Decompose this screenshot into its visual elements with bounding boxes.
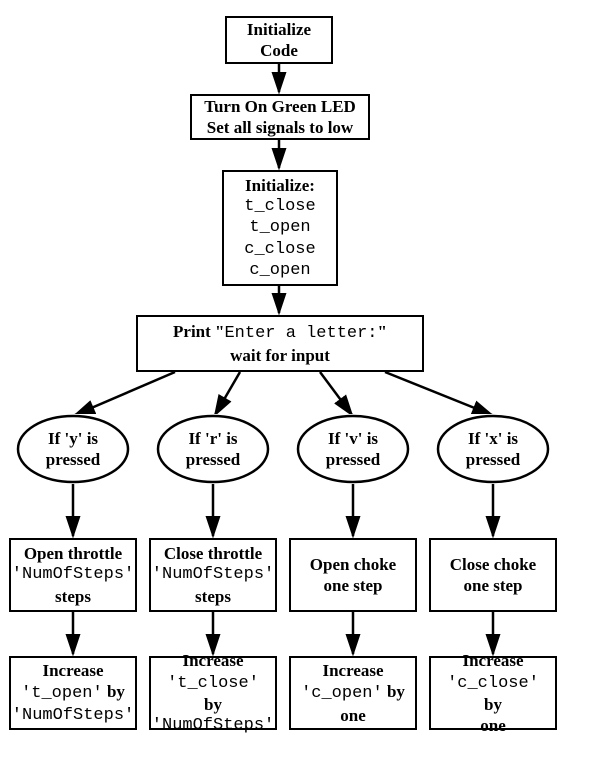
text: Open throttle [24,543,122,564]
text: Close choke [450,554,536,575]
text: c_open [249,260,310,281]
text: c_close [244,239,315,260]
text: Code [260,40,298,61]
text: one step [323,575,382,596]
text: pressed [326,449,380,470]
text: 'NumOfSteps' [152,715,274,736]
text: Enter a letter: [224,324,377,343]
text: by [484,695,502,714]
text: steps [195,586,231,607]
text: Increase [462,650,523,671]
text: If 'v' is [328,428,378,449]
flow-node-inc-cclose: Increase 'c_close' by one [429,656,557,730]
text: one [480,715,506,736]
flow-cond-y: If 'y' is pressed [16,414,130,484]
text: one step [463,575,522,596]
flow-node-inc-copen: Increase 'c_open' by one [289,656,417,730]
text: Turn On Green LED [204,96,356,117]
flow-node-open-throttle: Open throttle 'NumOfSteps' steps [9,538,137,612]
text: Increase [322,660,383,681]
flow-node-inc-topen: Increase 't_open' by 'NumOfSteps' [9,656,137,730]
flow-node-close-choke: Close choke one step [429,538,557,612]
text: pressed [186,449,240,470]
text: Initialize [247,19,311,40]
text: pressed [46,449,100,470]
text: 'NumOfSteps' [152,564,274,585]
text: pressed [466,449,520,470]
text: by [383,682,405,701]
flow-node-inc-tclose: Increase 't_close' by 'NumOfSteps' [149,656,277,730]
flow-node-init: Initialize Code [225,16,333,64]
text: 'NumOfSteps' [12,705,134,726]
text: 'c_close' by [437,671,549,716]
text: by [103,682,125,701]
text: 'c_open' [301,684,383,703]
text: Set all signals to low [207,117,353,138]
text: Print " [173,322,224,341]
flow-node-led: Turn On Green LED Set all signals to low [190,94,370,140]
text: If 'r' is [188,428,237,449]
text: Print "Enter a letter:" [173,321,387,344]
text: one [340,705,366,726]
text: t_close [244,196,315,217]
text: 'c_open' by [301,681,405,704]
text: steps [55,586,91,607]
text: 't_close' [167,674,259,693]
flow-node-close-throttle: Close throttle 'NumOfSteps' steps [149,538,277,612]
text: " [378,322,387,341]
text: 'NumOfSteps' [12,564,134,585]
text: wait for input [230,345,330,366]
text: 't_open' by [21,681,125,704]
text: 't_open' [21,684,103,703]
text: If 'y' is [48,428,98,449]
flow-node-open-choke: Open choke one step [289,538,417,612]
text: Open choke [310,554,396,575]
flow-node-initvars: Initialize: t_close t_open c_close c_ope… [222,170,338,286]
flow-cond-x: If 'x' is pressed [436,414,550,484]
text: 't_close' by [157,671,269,716]
text: Increase [42,660,103,681]
text: Initialize: [245,175,315,196]
flow-cond-v: If 'v' is pressed [296,414,410,484]
flow-cond-r: If 'r' is pressed [156,414,270,484]
text: Close throttle [164,543,262,564]
text: t_open [249,217,310,238]
text: by [204,695,222,714]
flow-node-prompt: Print "Enter a letter:" wait for input [136,315,424,372]
text: 'c_close' [447,674,539,693]
text: If 'x' is [468,428,518,449]
text: Increase [182,650,243,671]
